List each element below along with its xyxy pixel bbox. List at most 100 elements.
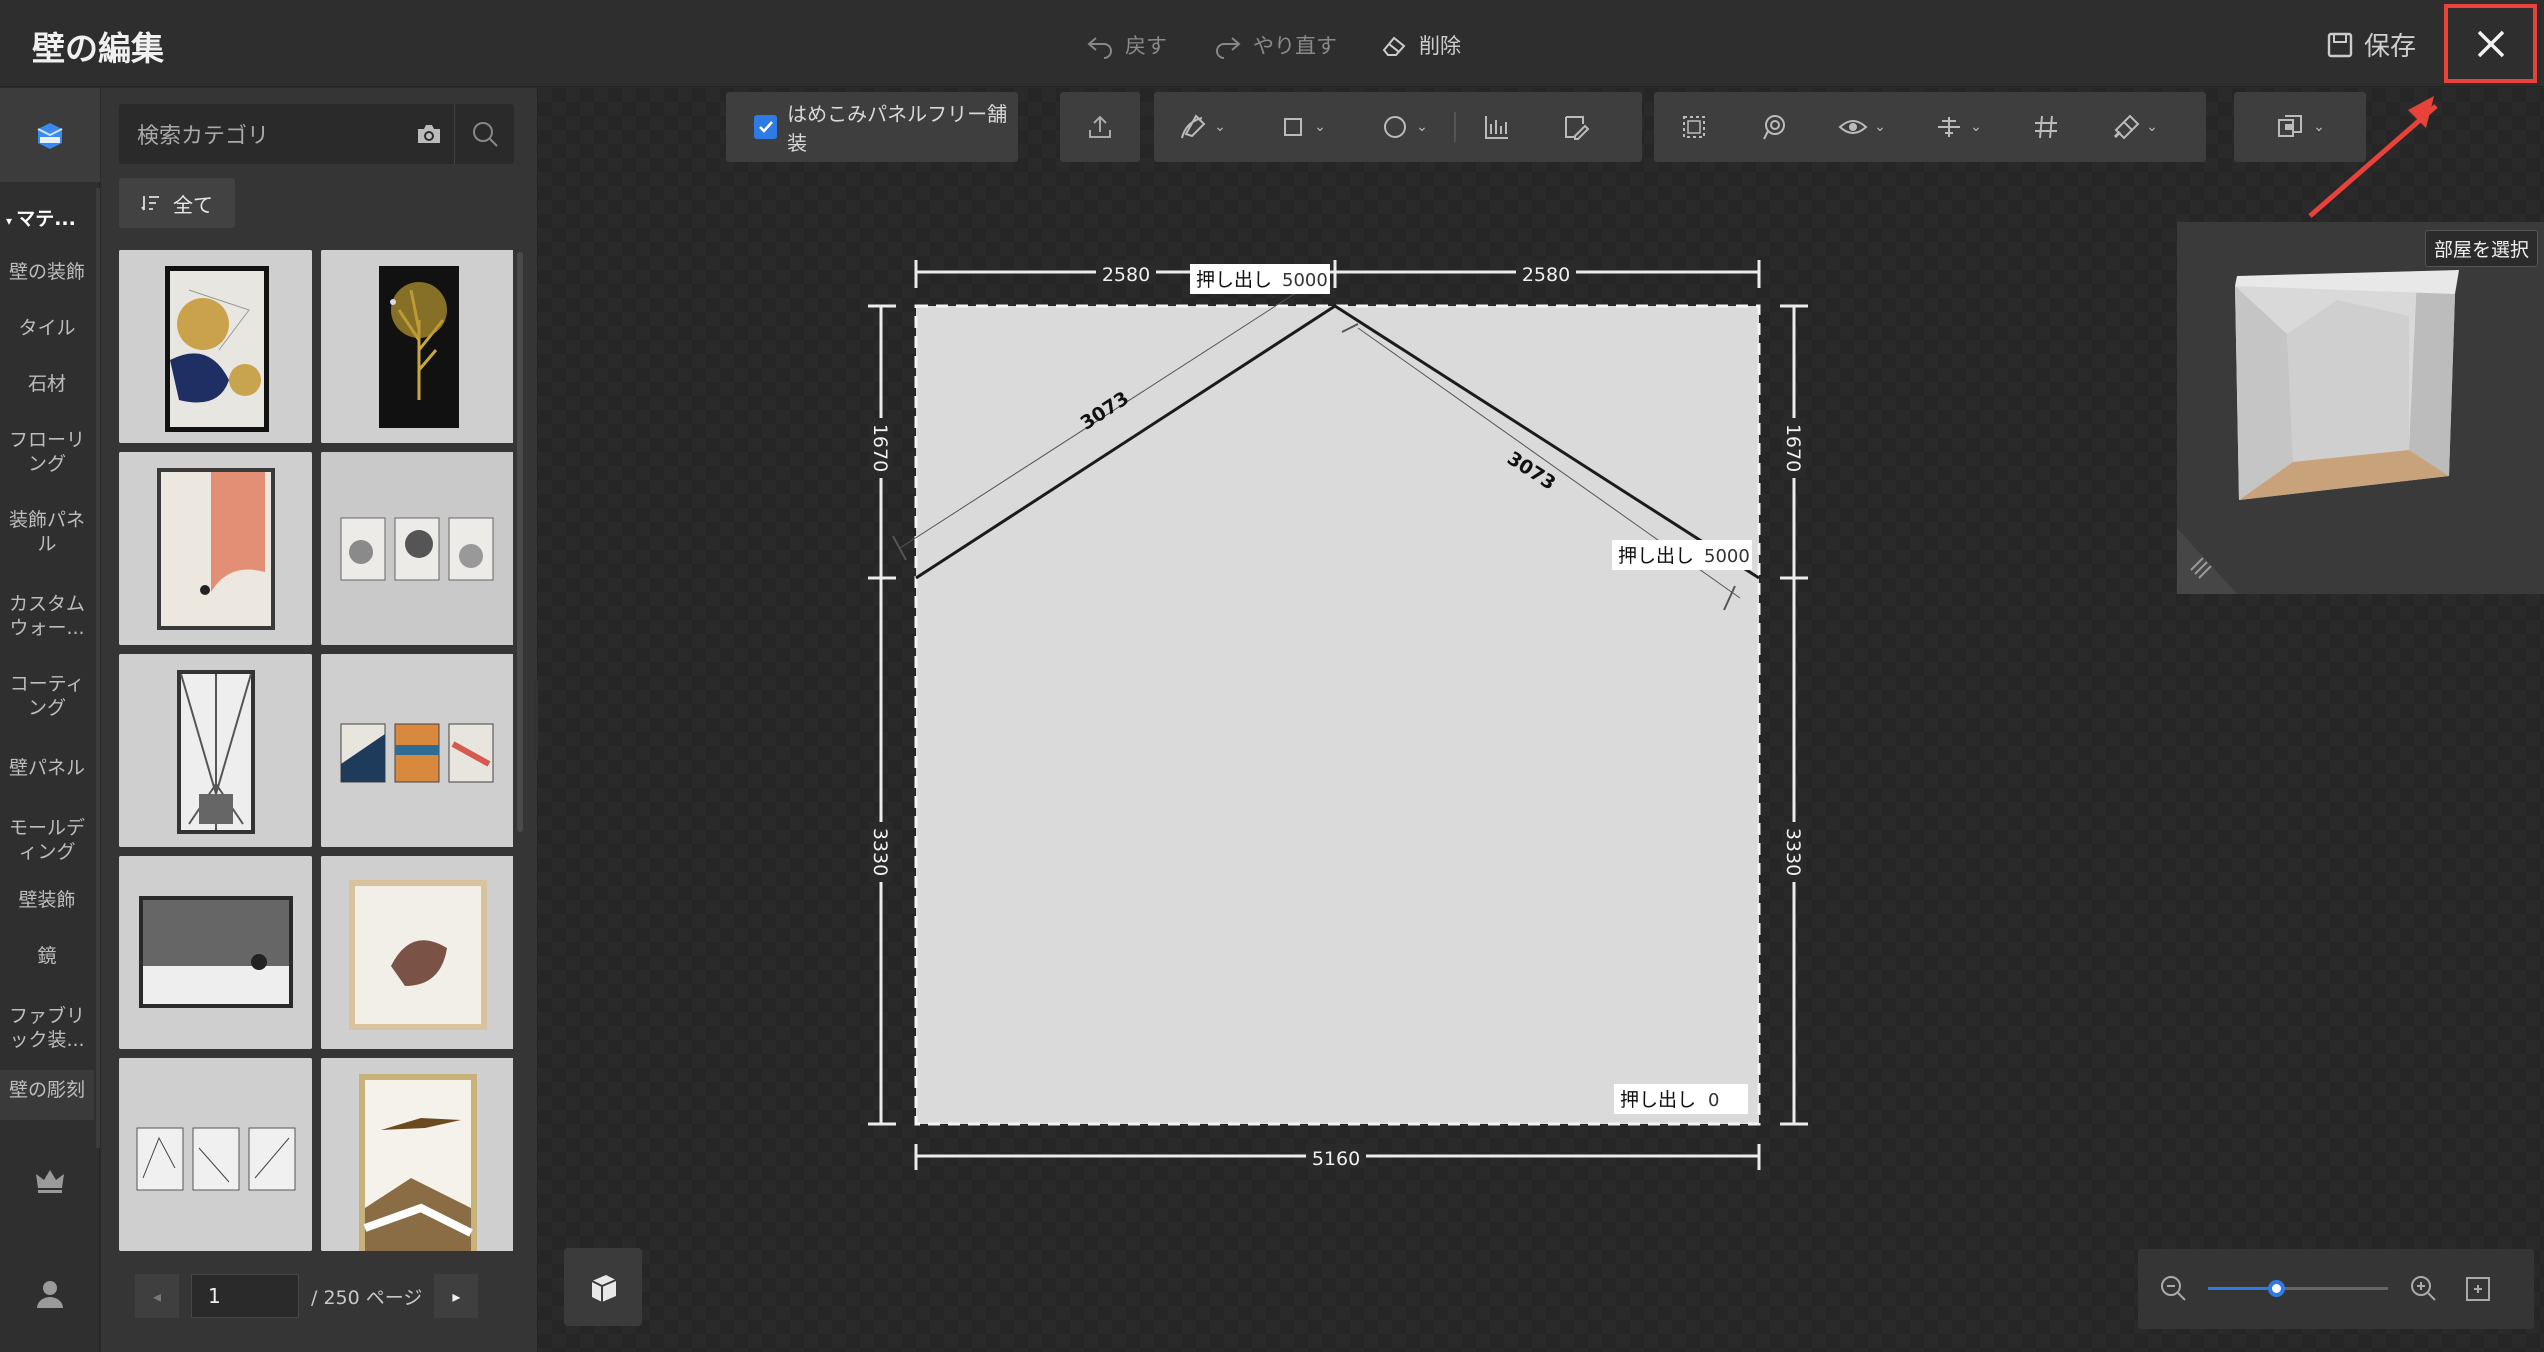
pagination: ◂ / 250 ページ ▸ — [135, 1274, 479, 1318]
search-input[interactable]: 検索カテゴリ — [119, 118, 404, 150]
square-icon — [1284, 118, 1303, 136]
fit-view-icon[interactable] — [2464, 1275, 2492, 1303]
material-tile[interactable] — [321, 452, 513, 645]
rail-scrollbar[interactable] — [96, 188, 100, 1148]
material-tile[interactable] — [119, 856, 312, 1049]
artwork-thumbnail — [321, 250, 513, 443]
grid-toggle-button[interactable] — [2006, 92, 2086, 162]
material-tile[interactable] — [119, 1058, 312, 1251]
rail-category-item[interactable]: タイル — [0, 308, 94, 348]
material-tile[interactable] — [321, 654, 513, 847]
rail-category-item[interactable]: 石材 — [0, 364, 94, 404]
wall-canvas[interactable]: 2580 2580 5160 1670 3330 1670 3330 3073 … — [538, 88, 2544, 1352]
rail-category-item[interactable]: モールデ ィング — [0, 808, 94, 874]
edit-region-button[interactable] — [1536, 92, 1616, 162]
user-icon[interactable] — [30, 1274, 70, 1314]
select-room-button[interactable]: 部屋を選択 — [2424, 230, 2538, 267]
chevron-right-icon: ▸ — [452, 1286, 461, 1306]
rail-category-item[interactable]: カスタム ウォー... — [0, 584, 94, 650]
redo-label: やり直す — [1253, 34, 1337, 58]
page-total: / 250 ページ — [311, 1286, 423, 1309]
dashed-frame-icon — [1683, 116, 1705, 138]
artwork-thumbnail — [321, 654, 513, 847]
redo-icon — [1216, 37, 1241, 59]
rail-category-item[interactable]: 壁装飾 — [0, 880, 94, 920]
camera-icon — [418, 125, 440, 143]
rail-category-item[interactable]: ファブリ ック装... — [0, 996, 94, 1062]
save-icon — [2327, 32, 2353, 57]
prev-page-button[interactable]: ◂ — [135, 1274, 179, 1318]
delete-button[interactable]: 削除 — [1379, 28, 1461, 62]
pen-curve-icon — [1181, 114, 1206, 139]
close-button[interactable] — [2444, 4, 2537, 83]
seamless-label: はめこみパネルフリー舗装 — [787, 102, 1008, 155]
select-area-button[interactable] — [1654, 92, 1734, 162]
zoom-slider[interactable] — [2208, 1280, 2388, 1297]
view-3d-button[interactable] — [564, 1248, 642, 1326]
extrude-top-value: 5000 — [1282, 270, 1328, 291]
rail-category-item[interactable]: 装飾パネ ル — [0, 500, 94, 566]
material-scrollbar[interactable] — [517, 252, 523, 832]
lasso-icon — [1763, 115, 1785, 140]
material-tile[interactable] — [321, 856, 513, 1049]
eye-icon — [1838, 120, 1868, 134]
top-dim-line — [914, 260, 1761, 288]
upload-icon — [1089, 115, 1111, 138]
rail-category-item[interactable]: 壁の装飾 — [0, 252, 94, 292]
checkbox-checked-icon — [754, 115, 778, 139]
visibility-button[interactable]: ⌄ — [1814, 92, 1910, 162]
material-tile[interactable] — [119, 654, 312, 847]
export-button[interactable] — [1060, 92, 1140, 162]
zoom-out-icon[interactable] — [2158, 1273, 2190, 1305]
rail-materials-tab[interactable] — [0, 88, 100, 182]
pen-tool-button[interactable]: ⌄ — [1154, 92, 1250, 162]
seamless-toggle[interactable]: はめこみパネルフリー舗装 — [726, 92, 1018, 162]
lasso-tool-button[interactable] — [1734, 92, 1814, 162]
zoom-slider-knob[interactable] — [2268, 1280, 2286, 1297]
save-button[interactable]: 保存 — [2326, 26, 2416, 63]
room-preview[interactable]: 部屋を選択 — [2177, 222, 2544, 594]
camera-search-button[interactable] — [404, 123, 454, 145]
rail-category-item[interactable]: 壁パネル — [0, 748, 94, 788]
material-tile[interactable] — [321, 250, 513, 443]
extrude-bottom-value: 0 — [1708, 1090, 1719, 1111]
material-tile[interactable] — [119, 452, 312, 645]
draw-tools-group: ⌄ ⌄ ⌄ — [1154, 92, 1642, 162]
zoom-in-icon[interactable] — [2408, 1273, 2440, 1305]
next-page-button[interactable]: ▸ — [434, 1274, 479, 1318]
material-tile[interactable] — [119, 250, 312, 443]
chevron-left-icon: ◂ — [152, 1286, 162, 1306]
chevron-down-icon: ⌄ — [2146, 119, 2158, 135]
rail-category-item[interactable]: コーティ ング — [0, 664, 94, 730]
crown-icon[interactable] — [30, 1160, 70, 1200]
extrude-bottom-label: 押し出し — [1620, 1089, 1696, 1111]
align-center-button[interactable]: ⌄ — [1910, 92, 2006, 162]
material-tile[interactable] — [321, 1058, 513, 1251]
artwork-thumbnail — [119, 452, 312, 645]
artwork-thumbnail — [321, 1058, 513, 1251]
paint-tool-button[interactable]: ⌄ — [2086, 92, 2182, 162]
undo-button[interactable]: 戻す — [1085, 28, 1167, 62]
category-rail: ▾ マテ... 壁の装飾タイル石材フローリ ング 装飾パネ ルカスタム ウォー..… — [0, 88, 100, 1352]
hash-grid-icon — [2035, 115, 2057, 139]
dim-top-left: 2580 — [1102, 264, 1150, 286]
delete-label: 削除 — [1419, 34, 1461, 58]
filter-all-button[interactable]: 全て — [119, 178, 235, 228]
rail-category-item[interactable]: フローリ ング — [0, 420, 94, 486]
page-number-input[interactable] — [191, 1274, 299, 1318]
copy-layout-icon — [2278, 115, 2303, 137]
layout-menu-button[interactable]: ⌄ — [2234, 92, 2366, 162]
artwork-thumbnail — [321, 452, 513, 645]
rectangle-tool-button[interactable]: ⌄ — [1250, 92, 1354, 162]
circle-icon — [1384, 116, 1407, 138]
rail-category-item[interactable]: 壁の彫刻 — [0, 1070, 94, 1120]
search-button[interactable] — [454, 104, 514, 164]
extrude-top-label: 押し出し — [1196, 269, 1272, 291]
cube-icon — [591, 1275, 617, 1302]
undo-icon — [1087, 37, 1112, 59]
circle-tool-button[interactable]: ⌄ — [1354, 92, 1454, 162]
rail-category-head[interactable]: ▾ マテ... — [6, 204, 76, 231]
rail-category-item[interactable]: 鏡 — [0, 936, 94, 976]
align-tool-button[interactable] — [1456, 92, 1536, 162]
redo-button[interactable]: やり直す — [1213, 28, 1337, 62]
